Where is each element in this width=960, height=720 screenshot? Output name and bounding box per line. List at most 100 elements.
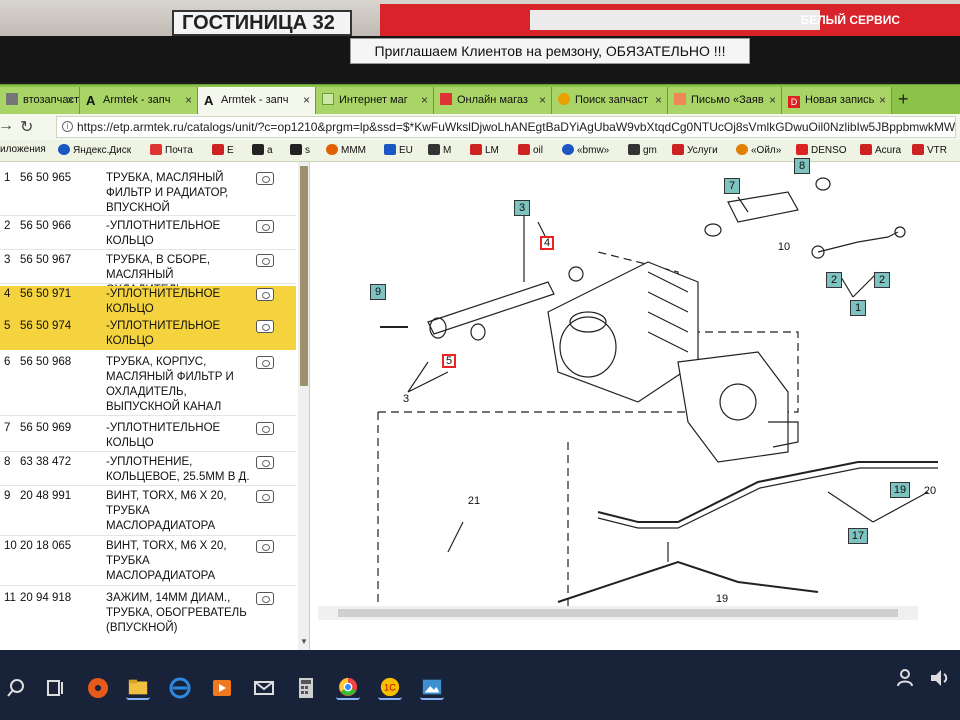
comment-icon[interactable] — [256, 172, 274, 185]
1c-icon[interactable]: 1C — [378, 676, 402, 700]
search-icon[interactable] — [4, 676, 28, 700]
url-field[interactable]: i https://etp.armtek.ru/catalogs/unit/?c… — [56, 116, 956, 138]
reload-icon[interactable]: ↻ — [20, 117, 33, 137]
bookmark-vtr[interactable]: VTR — [912, 144, 947, 156]
callout-label[interactable]: 20 — [920, 484, 940, 498]
part-number[interactable]: 56 50 966 — [20, 219, 71, 234]
tab-parts-search[interactable]: Поиск запчаст × — [552, 87, 668, 115]
callout-label[interactable]: 2 — [826, 272, 842, 288]
comment-icon[interactable] — [256, 356, 274, 369]
tab-new-post[interactable]: D Новая запись × — [782, 87, 892, 115]
callout-label[interactable]: 2 — [874, 272, 890, 288]
table-row[interactable]: 356 50 967ТРУБКА, В СБОРЕ, МАСЛЯНЫЙ ОХЛА… — [0, 252, 296, 296]
calculator-icon[interactable] — [294, 676, 318, 700]
bookmark-oil[interactable]: oil — [518, 144, 543, 156]
bookmark-services[interactable]: Услуги — [672, 144, 718, 156]
close-icon[interactable]: × — [769, 87, 776, 113]
info-icon[interactable]: i — [62, 121, 73, 132]
speaker-icon[interactable] — [928, 666, 952, 690]
scrollbar-thumb[interactable] — [338, 609, 898, 617]
mail-icon[interactable] — [252, 676, 276, 700]
bookmark-eu[interactable]: EU — [384, 144, 413, 156]
file-explorer-icon[interactable] — [126, 676, 150, 700]
table-row[interactable]: 10 20 18 065 ВИНТ, TORX, М6 X 20, ТРУБКА М… — [0, 538, 296, 586]
comment-icon[interactable] — [256, 254, 274, 267]
bookmark-denso[interactable]: DENSO — [796, 144, 847, 156]
bookmark-bmw[interactable]: «bmw» — [562, 144, 609, 156]
bookmark-yandex-disk[interactable]: Яндекс.Диск — [58, 144, 131, 156]
chrome-icon[interactable] — [336, 676, 360, 700]
new-tab-button[interactable]: + — [898, 89, 909, 110]
tab-armtek-active[interactable]: A Armtek - запч × — [198, 87, 316, 115]
close-icon[interactable]: × — [303, 87, 310, 113]
bookmark-armtek[interactable]: a — [252, 144, 273, 156]
comment-icon[interactable] — [256, 220, 274, 233]
bookmark-s[interactable]: s — [290, 144, 310, 156]
bookmark-oil-shop[interactable]: «Ойл» — [736, 144, 781, 156]
table-row[interactable]: 7 56 50 969 -УПЛОТНИТЕЛЬНОЕ КОЛЬЦО — [0, 420, 296, 452]
bookmark-gm[interactable]: gm — [628, 144, 657, 156]
bookmark-mmm[interactable]: МММ — [326, 144, 366, 156]
comment-icon[interactable] — [256, 422, 274, 435]
close-icon[interactable]: × — [879, 87, 886, 113]
callout-label[interactable]: 3 — [514, 200, 530, 216]
close-icon[interactable]: × — [67, 87, 74, 113]
tab-mail[interactable]: Письмо «Заяв × — [668, 87, 782, 115]
callout-label-selected[interactable]: 5 — [442, 354, 456, 368]
table-row[interactable]: 6 56 50 968 ТРУБКА, КОРПУС, МАСЛЯНЫЙ ФИЛЬТ… — [0, 354, 296, 416]
table-row[interactable]: 8 63 38 472 -УПЛОТНЕНИЕ, КОЛЬЦЕВОЕ, 25.5ММ… — [0, 454, 296, 486]
tab-internet-shop[interactable]: Интернет маг × — [316, 87, 434, 115]
diagram-scrollbar[interactable] — [318, 606, 918, 620]
table-row[interactable]: 2 56 50 966 -УПЛОТНИТЕЛЬНОЕ КОЛЬЦО — [0, 218, 296, 250]
media-player-icon[interactable] — [210, 676, 234, 700]
table-row[interactable]: 11 20 94 918 ЗАЖИМ, 14ММ ДИАМ., ТРУБКА, ОБ… — [0, 590, 296, 650]
comment-icon[interactable] — [256, 592, 274, 605]
callout-label[interactable]: 9 — [370, 284, 386, 300]
callout-label[interactable]: 3 — [398, 392, 414, 406]
callout-label[interactable]: 8 — [794, 158, 810, 174]
parts-app-icon[interactable] — [86, 676, 110, 700]
bookmark-m[interactable]: M — [428, 144, 451, 156]
comment-icon[interactable] — [256, 456, 274, 469]
part-number[interactable]: 56 50 974 — [20, 319, 71, 334]
callout-label[interactable]: 19 — [712, 592, 732, 606]
close-icon[interactable]: × — [185, 87, 192, 113]
comment-icon[interactable] — [256, 320, 274, 333]
part-number[interactable]: 56 50 965 — [20, 171, 71, 186]
callout-label[interactable]: 19 — [890, 482, 910, 498]
forward-icon[interactable]: → — [0, 117, 14, 135]
bookmark-acura[interactable]: Acura — [860, 144, 901, 156]
comment-icon[interactable] — [256, 490, 274, 503]
part-number[interactable]: 20 18 065 — [20, 539, 71, 554]
list-scrollbar[interactable]: ▼ — [298, 162, 309, 650]
table-row-highlighted[interactable]: 5 56 50 974 -УПЛОТНИТЕЛЬНОЕ КОЛЬЦО — [0, 318, 296, 350]
close-icon[interactable]: × — [655, 87, 662, 113]
scroll-down-icon[interactable]: ▼ — [300, 637, 308, 646]
table-row[interactable]: 9 20 48 991 ВИНТ, TORX, М6 X 20, ТРУБКА МА… — [0, 488, 296, 536]
internet-explorer-icon[interactable] — [168, 676, 192, 700]
part-number[interactable]: 20 94 918 — [20, 591, 71, 606]
tab-armtek-1[interactable]: A Armtek - запч × — [80, 87, 198, 115]
table-row[interactable]: 1 56 50 965 ТРУБКА, МАСЛЯНЫЙ ФИЛЬТР И РАДИ… — [0, 170, 296, 216]
part-number[interactable]: 56 50 971 — [20, 287, 71, 302]
bookmark-apps[interactable]: иложения — [0, 144, 46, 155]
callout-label[interactable]: 10 — [774, 240, 794, 254]
people-icon[interactable] — [896, 666, 920, 690]
bookmark-e[interactable]: E — [212, 144, 234, 156]
part-number[interactable]: 20 48 991 — [20, 489, 71, 504]
callout-label[interactable]: 1 — [850, 300, 866, 316]
table-row-highlighted[interactable]: 4 56 50 971 -УПЛОТНИТЕЛЬНОЕ КОЛЬЦО — [0, 286, 296, 318]
callout-label[interactable]: 7 — [724, 178, 740, 194]
callout-label[interactable]: 21 — [464, 494, 484, 508]
part-number[interactable]: 56 50 969 — [20, 421, 71, 436]
close-icon[interactable]: × — [421, 87, 428, 113]
part-number[interactable]: 56 50 967 — [20, 253, 71, 268]
task-view-icon[interactable] — [44, 676, 68, 700]
part-number[interactable]: 63 38 472 — [20, 455, 71, 470]
callout-label[interactable]: 17 — [848, 528, 868, 544]
bookmark-lm[interactable]: LM — [470, 144, 499, 156]
part-number[interactable]: 56 50 968 — [20, 355, 71, 370]
close-icon[interactable]: × — [539, 87, 546, 113]
tab-autoparts[interactable]: втозапчасти × — [0, 87, 80, 115]
callout-label-selected[interactable]: 4 — [540, 236, 554, 250]
